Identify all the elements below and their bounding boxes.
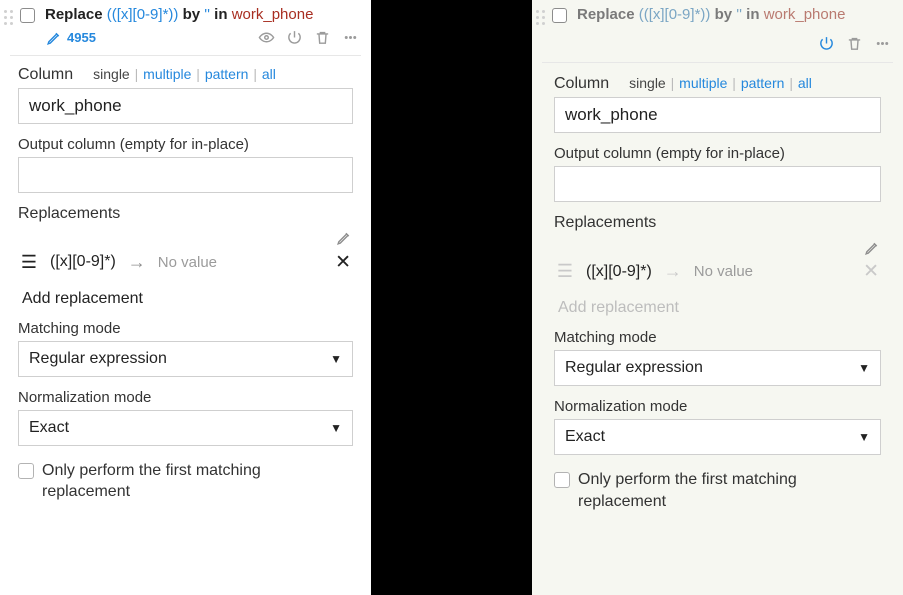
step-title: Replace (([x][0-9]*)) by '' in work_phon… [45, 6, 361, 25]
title-in: in [746, 6, 759, 23]
replacement-pattern: ([x][0-9]*) [50, 253, 116, 271]
matching-mode-label: Matching mode [554, 329, 881, 346]
caret-down-icon: ▼ [858, 430, 870, 444]
replacement-novalue: No value [158, 254, 323, 271]
mode-all[interactable]: all [262, 66, 276, 82]
matching-mode-value: Regular expression [565, 359, 703, 377]
more-icon[interactable] [341, 29, 359, 47]
title-column: work_phone [232, 6, 314, 23]
output-column-input[interactable] [554, 166, 881, 202]
title-column: work_phone [764, 6, 846, 23]
normalization-mode-select[interactable]: Exact ▼ [554, 419, 881, 455]
title-replacement: '' [736, 6, 742, 23]
column-mode-picker: single | multiple | pattern | all [629, 75, 812, 91]
mode-pattern[interactable]: pattern [205, 66, 249, 82]
column-label: Column [554, 75, 609, 93]
power-icon[interactable] [285, 29, 303, 47]
output-column-label: Output column (empty for in-place) [18, 136, 353, 153]
matching-mode-select[interactable]: Regular expression ▼ [554, 350, 881, 386]
step-toolbar [817, 34, 893, 52]
replacements-label: Replacements [554, 214, 881, 232]
column-input[interactable] [554, 97, 881, 133]
more-icon[interactable] [873, 34, 891, 52]
title-in: in [214, 6, 227, 23]
edit-pencil-icon[interactable] [863, 238, 881, 256]
arrow-right-icon: → [664, 261, 682, 282]
first-match-checkbox[interactable] [18, 463, 34, 479]
mode-all[interactable]: all [798, 75, 812, 91]
remove-replacement-icon[interactable]: ✕ [335, 251, 351, 274]
replacement-pattern: ([x][0-9]*) [586, 263, 652, 281]
trash-icon[interactable] [845, 34, 863, 52]
normalization-mode-value: Exact [565, 428, 605, 446]
trash-icon[interactable] [313, 29, 331, 47]
recipe-pane-disabled: Replace (([x][0-9]*)) by '' in work_phon… [532, 0, 903, 595]
mode-single[interactable]: single [629, 75, 666, 91]
normalization-mode-select[interactable]: Exact ▼ [18, 410, 353, 446]
title-pattern: (([x][0-9]*)) [639, 6, 711, 23]
title-pattern: (([x][0-9]*)) [107, 6, 179, 23]
normalization-mode-label: Normalization mode [18, 389, 353, 406]
drag-handle[interactable] [536, 6, 548, 26]
mode-single[interactable]: single [93, 66, 130, 82]
step-checkbox[interactable] [20, 8, 35, 23]
title-verb: Replace [577, 6, 635, 23]
output-column-input[interactable] [18, 157, 353, 193]
add-replacement-button: Add replacement [554, 299, 881, 317]
step-id: 4955 [67, 30, 96, 45]
caret-down-icon: ▼ [330, 421, 342, 435]
edit-pencil-icon[interactable] [335, 229, 353, 247]
caret-down-icon: ▼ [330, 352, 342, 366]
replacements-label: Replacements [18, 205, 353, 223]
mode-pattern[interactable]: pattern [741, 75, 785, 91]
column-input[interactable] [18, 88, 353, 124]
title-by: by [183, 6, 201, 23]
matching-mode-select[interactable]: Regular expression ▼ [18, 341, 353, 377]
output-column-label: Output column (empty for in-place) [554, 145, 881, 162]
arrow-right-icon: → [128, 252, 146, 273]
first-match-checkbox[interactable] [554, 472, 570, 488]
normalization-mode-value: Exact [29, 419, 69, 437]
eye-icon[interactable] [257, 29, 275, 47]
matching-mode-label: Matching mode [18, 320, 353, 337]
step-checkbox[interactable] [552, 8, 567, 23]
normalization-mode-label: Normalization mode [554, 398, 881, 415]
title-replacement: '' [204, 6, 210, 23]
replacement-novalue: No value [694, 263, 851, 280]
title-by: by [715, 6, 733, 23]
step-toolbar [257, 29, 361, 47]
replacement-row: ☰ ([x][0-9]*) → No value ✕ [554, 256, 881, 287]
first-match-label: Only perform the first matching replacem… [578, 469, 881, 512]
caret-down-icon: ▼ [858, 361, 870, 375]
column-mode-picker: single | multiple | pattern | all [93, 66, 276, 82]
step-id-link[interactable]: 4955 [45, 29, 96, 47]
remove-replacement-icon: ✕ [863, 260, 879, 283]
mode-multiple[interactable]: multiple [679, 75, 727, 91]
column-label: Column [18, 66, 73, 84]
recipe-pane-active: Replace (([x][0-9]*)) by '' in work_phon… [0, 0, 371, 595]
hamburger-icon[interactable]: ☰ [20, 252, 38, 273]
divider [542, 62, 893, 63]
pencil-icon [45, 29, 63, 47]
add-replacement-button[interactable]: Add replacement [18, 290, 353, 308]
hamburger-icon: ☰ [556, 261, 574, 282]
replacement-row: ☰ ([x][0-9]*) → No value ✕ [18, 247, 353, 278]
drag-handle[interactable] [4, 6, 16, 26]
first-match-label: Only perform the first matching replacem… [42, 460, 353, 503]
matching-mode-value: Regular expression [29, 350, 167, 368]
power-icon[interactable] [817, 34, 835, 52]
title-verb: Replace [45, 6, 103, 23]
mode-multiple[interactable]: multiple [143, 66, 191, 82]
step-title: Replace (([x][0-9]*)) by '' in work_phon… [577, 6, 893, 25]
